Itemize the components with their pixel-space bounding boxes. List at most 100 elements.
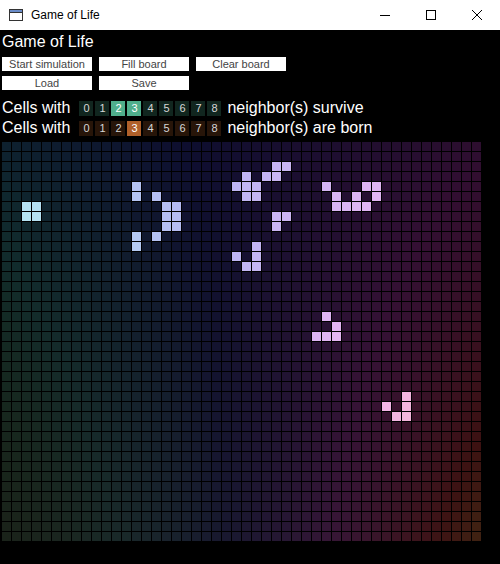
board-cell[interactable] [212,292,221,301]
board-cell[interactable] [252,142,261,151]
board-cell[interactable] [212,362,221,371]
board-cell[interactable] [82,322,91,331]
board-cell[interactable] [52,302,61,311]
board-cell[interactable] [452,162,461,171]
board-cell[interactable] [322,292,331,301]
board-cell[interactable] [382,262,391,271]
board-cell[interactable] [252,212,261,221]
neighbor-option[interactable]: 6 [175,121,189,136]
board-cell[interactable] [12,252,21,261]
board-cell[interactable] [242,442,251,451]
board-cell[interactable] [292,322,301,331]
board-cell[interactable] [12,182,21,191]
board-cell[interactable] [392,272,401,281]
board-cell[interactable] [122,332,131,341]
board-cell[interactable] [372,332,381,341]
board-cell[interactable] [172,412,181,421]
board-cell[interactable] [162,322,171,331]
board-cell[interactable] [52,342,61,351]
board-cell[interactable] [12,362,21,371]
board-cell[interactable] [432,442,441,451]
board-cell[interactable] [22,352,31,361]
board-cell[interactable] [72,232,81,241]
board-cell[interactable] [342,272,351,281]
board-cell[interactable] [422,332,431,341]
board-cell[interactable] [352,182,361,191]
board-cell[interactable] [62,462,71,471]
board-cell[interactable] [192,252,201,261]
board-cell[interactable] [172,502,181,511]
board-cell[interactable] [332,352,341,361]
board-cell[interactable] [372,382,381,391]
board-cell[interactable] [132,282,141,291]
board-cell[interactable] [122,292,131,301]
board-cell[interactable] [232,482,241,491]
board-cell[interactable] [312,262,321,271]
board-cell[interactable] [62,372,71,381]
board-cell[interactable] [302,452,311,461]
board-cell[interactable] [302,352,311,361]
board-cell[interactable] [292,532,301,541]
board-cell[interactable] [82,332,91,341]
board-cell[interactable] [82,512,91,521]
board-cell[interactable] [222,422,231,431]
board-cell[interactable] [422,262,431,271]
board-cell[interactable] [352,512,361,521]
board-cell[interactable] [272,332,281,341]
board-cell[interactable] [132,532,141,541]
board-cell[interactable] [372,252,381,261]
board-cell[interactable] [272,142,281,151]
board-cell[interactable] [82,392,91,401]
board-cell[interactable] [212,532,221,541]
board-cell[interactable] [282,332,291,341]
board-cell[interactable] [102,232,111,241]
board-cell[interactable] [22,262,31,271]
board-cell[interactable] [142,252,151,261]
board-cell[interactable] [452,492,461,501]
board-cell[interactable] [232,442,241,451]
board-cell[interactable] [462,472,471,481]
board-cell[interactable] [282,262,291,271]
board-cell[interactable] [402,512,411,521]
board-cell[interactable] [42,512,51,521]
board-cell[interactable] [332,302,341,311]
board-cell[interactable] [2,462,11,471]
board-cell[interactable] [62,392,71,401]
board-cell[interactable] [42,382,51,391]
board-cell[interactable] [62,352,71,361]
board-cell[interactable] [452,232,461,241]
board-cell[interactable] [82,172,91,181]
board-cell[interactable] [242,412,251,421]
board-cell[interactable] [352,392,361,401]
neighbor-option[interactable]: 1 [95,121,109,136]
board-cell[interactable] [42,152,51,161]
board-cell[interactable] [352,472,361,481]
board-cell[interactable] [392,532,401,541]
live-cell[interactable] [172,212,181,221]
board-cell[interactable] [312,472,321,481]
board-cell[interactable] [42,342,51,351]
board-cell[interactable] [352,422,361,431]
board-cell[interactable] [352,272,361,281]
board-cell[interactable] [212,502,221,511]
board-cell[interactable] [72,392,81,401]
board-cell[interactable] [432,272,441,281]
tool-button[interactable]: Start simulation [2,57,92,71]
board-cell[interactable] [142,352,151,361]
board-cell[interactable] [132,142,141,151]
board-cell[interactable] [22,322,31,331]
board-cell[interactable] [142,502,151,511]
board-cell[interactable] [62,502,71,511]
board-cell[interactable] [282,172,291,181]
board-cell[interactable] [182,322,191,331]
board-cell[interactable] [52,252,61,261]
board-cell[interactable] [142,472,151,481]
board-cell[interactable] [352,152,361,161]
board-cell[interactable] [172,472,181,481]
board-cell[interactable] [422,342,431,351]
board-cell[interactable] [182,292,191,301]
board-cell[interactable] [382,512,391,521]
live-cell[interactable] [332,332,341,341]
board-cell[interactable] [172,392,181,401]
board-cell[interactable] [392,502,401,511]
